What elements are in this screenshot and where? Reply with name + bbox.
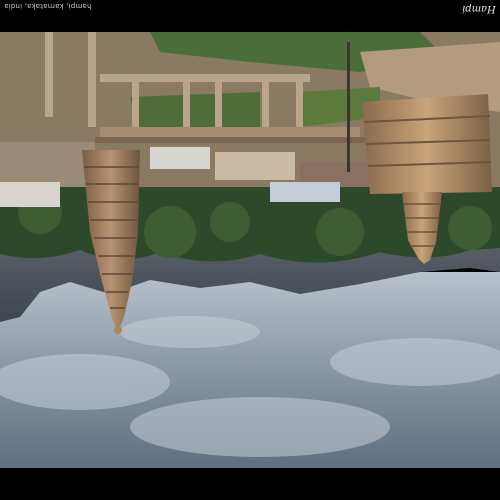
flag-pole: [347, 42, 350, 172]
location-caption: hampi, karnataka, india: [4, 2, 92, 10]
temple-photo: [0, 32, 500, 468]
signature-caption: Hampi: [462, 3, 496, 14]
colonnade-roof: [95, 137, 370, 143]
gopuram-left-finial: [114, 326, 122, 334]
photo-frame: hampi, karnataka, india Hampi: [0, 0, 500, 500]
